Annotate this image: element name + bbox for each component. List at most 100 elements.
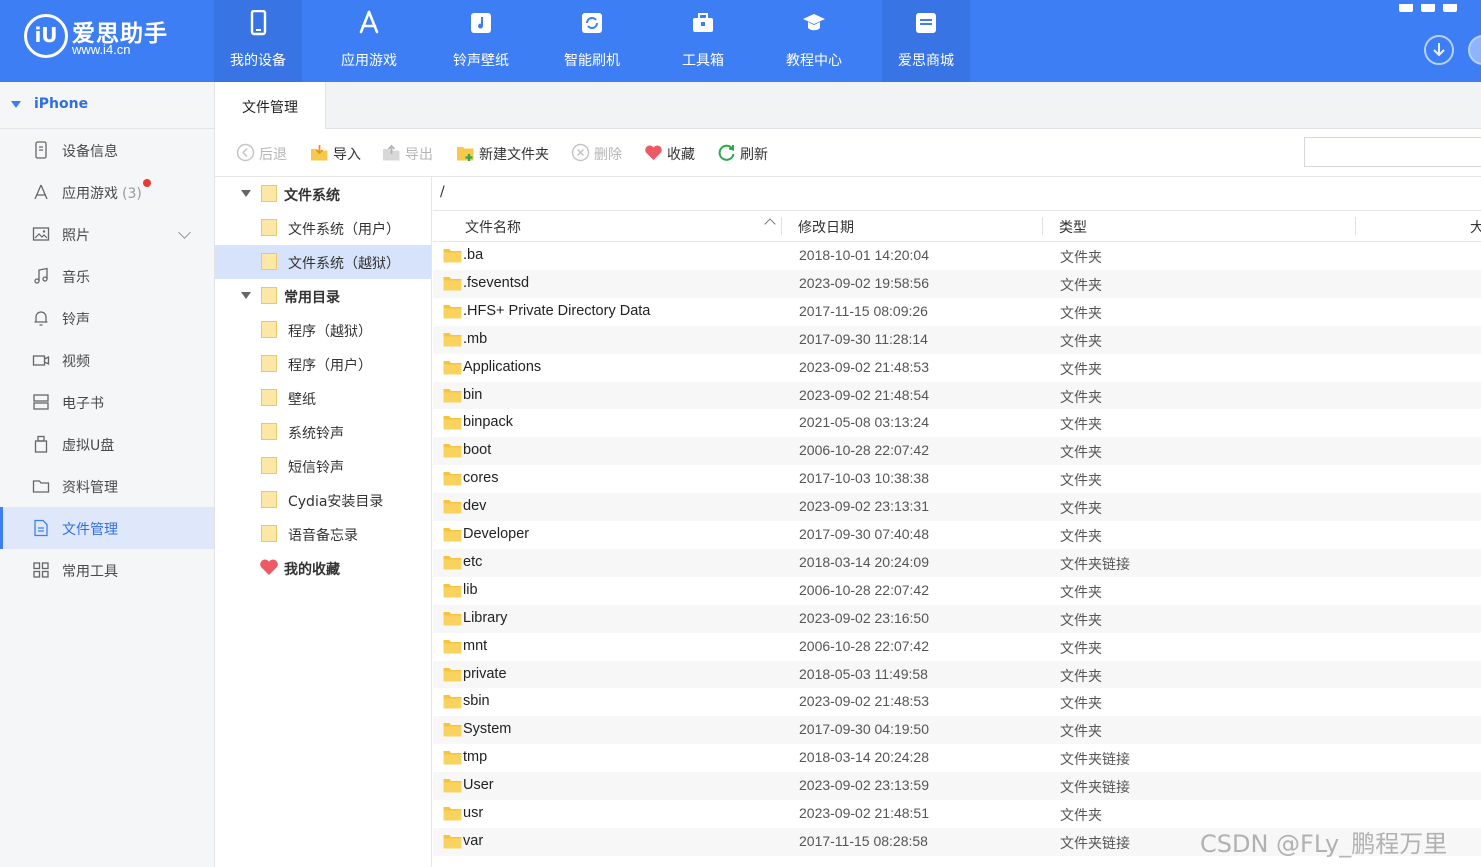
app-logo: iU 爱思助手 www.i4.cn (24, 12, 204, 68)
tree-item-sms-ringtones[interactable]: 短信铃声 (215, 449, 431, 483)
file-date: 2018-10-01 14:20:04 (799, 247, 929, 263)
folder-icon (443, 555, 462, 570)
device-header[interactable]: iPhone (0, 82, 214, 129)
file-name: .mb (463, 330, 488, 347)
download-button[interactable] (1424, 35, 1454, 65)
file-row[interactable]: dev 2023-09-02 23:13:31 文件夹 (433, 493, 1481, 521)
tree-item-common-dirs[interactable]: 常用目录 (215, 279, 431, 313)
file-type: 文件夹链接 (1060, 835, 1130, 852)
sidebar-item-apps[interactable]: 应用游戏 (3) (0, 171, 214, 213)
caret-down-icon (11, 101, 21, 108)
tree-item-filesystem[interactable]: 文件系统 (215, 177, 431, 211)
file-row[interactable]: private 2018-05-03 11:49:58 文件夹 (433, 660, 1481, 689)
folder-icon (261, 423, 277, 440)
folder-icon (443, 500, 462, 514)
nav-tab-store[interactable]: 爱思商城 (882, 0, 970, 82)
graduation-cap-icon (803, 14, 825, 31)
search-input[interactable] (1304, 137, 1481, 167)
file-row[interactable]: System 2017-09-30 04:19:50 文件夹 (433, 716, 1481, 745)
file-row[interactable]: sbin 2023-09-02 21:48:53 文件夹 (433, 688, 1481, 716)
file-row[interactable]: .mb 2017-09-30 11:28:14 文件夹 (433, 325, 1481, 354)
file-row[interactable]: Library 2023-09-02 23:16:50 文件夹 (433, 604, 1481, 633)
folder-icon (443, 583, 462, 598)
file-row[interactable]: cores 2017-10-03 10:38:38 文件夹 (433, 465, 1481, 493)
nav-tab-smart-flash[interactable]: 智能刷机 (548, 0, 636, 82)
file-type: 文件夹 (1060, 724, 1102, 741)
file-name: Developer (463, 526, 530, 542)
file-row[interactable]: .HFS+ Private Directory Data 2017-11-15 0… (433, 298, 1481, 326)
sidebar-item-videos[interactable]: 视频 (0, 339, 214, 381)
file-row[interactable]: .fseventsd 2023-09-02 19:58:56 文件夹 (433, 269, 1481, 298)
top-nav-bar: iU 爱思助手 www.i4.cn 我的设备 应用游戏 铃声壁纸 智能刷机 工具… (0, 0, 1481, 82)
file-date: 2017-10-03 10:38:38 (799, 470, 929, 487)
folder-icon (443, 751, 462, 765)
column-divider[interactable] (1042, 217, 1043, 235)
folder-icon (443, 332, 462, 347)
column-date[interactable]: 修改日期 (798, 217, 854, 237)
nav-tab-my-device[interactable]: 我的设备 (214, 0, 302, 82)
tree-item-filesystem-jailbreak[interactable]: 文件系统（越狱） (215, 245, 431, 279)
sidebar-item-ringtones[interactable]: 铃声 (0, 297, 214, 339)
file-row[interactable]: mnt 2006-10-28 22:07:42 文件夹 (433, 633, 1481, 661)
sidebar-item-virtual-udisk[interactable]: 虚拟U盘 (0, 423, 214, 465)
caret-down-icon[interactable] (241, 292, 251, 299)
file-type: 文件夹 (1060, 305, 1102, 322)
folder-icon (261, 185, 277, 202)
file-name: mnt (463, 637, 488, 654)
sidebar-item-label: 照片 (62, 228, 90, 244)
sidebar-item-photos[interactable]: 照片 (0, 213, 214, 255)
sidebar-item-data-management[interactable]: 资料管理 (0, 465, 214, 507)
tree-item-cydia[interactable]: Cydia安装目录 (215, 483, 431, 517)
folder-icon (261, 219, 277, 236)
tree-item-system-ringtones[interactable]: 系统铃声 (215, 415, 431, 449)
file-row[interactable]: etc 2018-03-14 20:24:09 文件夹链接 (433, 548, 1481, 577)
tree-item-apps-user[interactable]: 程序（用户） (215, 347, 431, 381)
file-type: 文件夹 (1060, 696, 1102, 713)
file-date: 2017-09-30 11:28:14 (799, 330, 928, 347)
file-type: 文件夹 (1060, 612, 1102, 629)
tree-item-voice-memos[interactable]: 语音备忘录 (215, 517, 431, 551)
sidebar-item-music[interactable]: 音乐 (0, 255, 214, 297)
tab-label: 文件管理 (242, 100, 298, 116)
file-type: 文件夹 (1060, 808, 1102, 824)
menu-icon[interactable] (1399, 4, 1413, 12)
nav-tab-apps-games[interactable]: 应用游戏 (325, 0, 413, 82)
column-type[interactable]: 类型 (1059, 217, 1087, 237)
file-row[interactable]: Applications 2023-09-02 21:48:53 文件夹 (433, 354, 1481, 382)
sidebar-item-ebooks[interactable]: 电子书 (0, 381, 214, 423)
file-row[interactable]: User 2023-09-02 23:13:59 文件夹链接 (433, 772, 1481, 800)
tree-item-my-favorites[interactable]: 我的收藏 (215, 551, 431, 585)
file-row[interactable]: .ba 2018-10-01 14:20:04 文件夹 (433, 242, 1481, 270)
minimize-icon[interactable] (1421, 4, 1435, 12)
file-row[interactable]: Developer 2017-09-30 07:40:48 文件夹 (433, 521, 1481, 549)
account-button[interactable] (1468, 35, 1481, 65)
file-row[interactable]: tmp 2018-03-14 20:24:28 文件夹链接 (433, 744, 1481, 772)
nav-tab-ringtones-wallpapers[interactable]: 铃声壁纸 (437, 0, 525, 82)
tab-file-management[interactable]: 文件管理 (215, 82, 326, 129)
tree-item-filesystem-user[interactable]: 文件系统（用户） (215, 211, 431, 245)
nav-tab-toolbox[interactable]: 工具箱 (659, 0, 747, 82)
column-size[interactable]: 大 (1470, 217, 1481, 237)
folder-icon (443, 528, 462, 542)
column-name[interactable]: 文件名称 (465, 217, 521, 237)
sidebar-item-device-info[interactable]: 设备信息 (0, 129, 214, 171)
tree-item-wallpaper[interactable]: 壁纸 (215, 381, 431, 415)
column-divider[interactable] (781, 217, 782, 235)
sidebar-item-file-management[interactable]: 文件管理 (0, 507, 214, 549)
path-bar[interactable]: / (433, 177, 1481, 211)
file-row[interactable]: binpack 2021-05-08 03:13:24 文件夹 (433, 409, 1481, 437)
chevron-down-icon[interactable] (178, 226, 191, 239)
caret-down-icon[interactable] (241, 190, 251, 197)
tree-item-apps-jailbreak[interactable]: 程序（越狱） (215, 313, 431, 347)
file-row[interactable]: lib 2006-10-28 22:07:42 文件夹 (433, 577, 1481, 605)
file-date: 2023-09-02 23:16:50 (799, 609, 929, 626)
file-date: 2023-09-02 19:58:56 (799, 274, 929, 291)
nav-tab-tutorials[interactable]: 教程中心 (770, 0, 858, 82)
sidebar-item-common-tools[interactable]: 常用工具 (0, 549, 214, 591)
column-divider[interactable] (1355, 217, 1356, 235)
file-date: 2006-10-28 22:07:42 (799, 637, 929, 654)
close-icon[interactable] (1443, 4, 1457, 12)
file-row[interactable]: boot 2006-10-28 22:07:42 文件夹 (433, 437, 1481, 466)
file-row[interactable]: bin 2023-09-02 21:48:54 文件夹 (433, 381, 1481, 410)
sidebar-item-label: 应用游戏 (3) (62, 186, 142, 202)
